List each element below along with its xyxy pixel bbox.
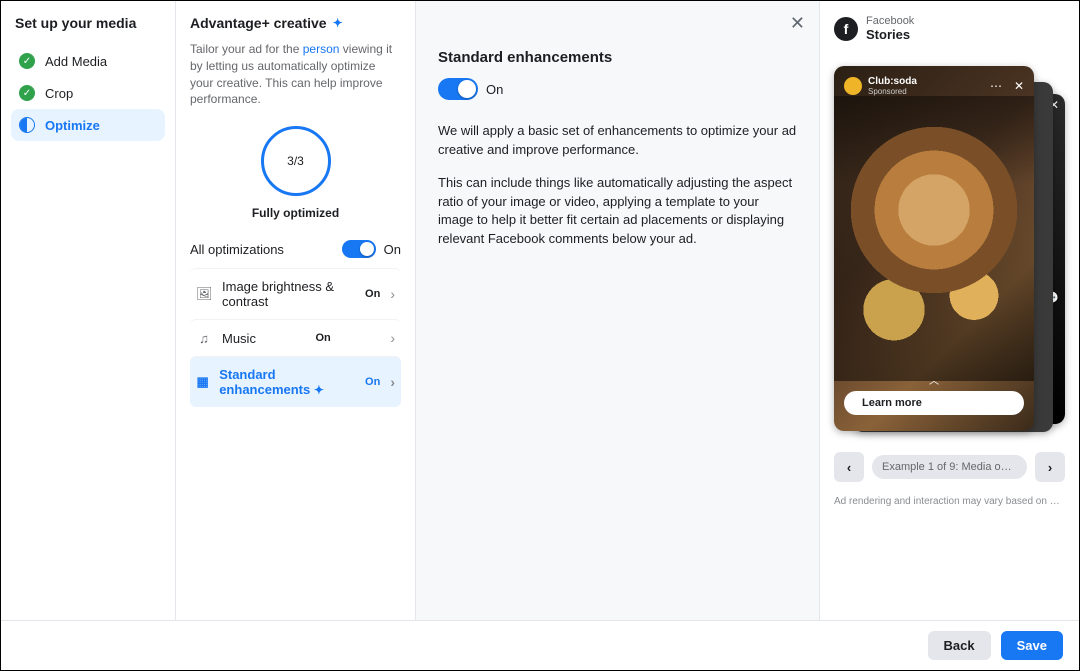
pager-label: Example 1 of 9: Media optimization [872,455,1027,479]
preview-header: f Facebook Stories [834,15,1065,42]
sidebar-item-label: Crop [45,86,73,101]
close-icon[interactable]: ✕ [790,13,805,34]
image-icon: 🖼 [196,286,212,302]
preview-placement: Stories [866,27,914,42]
sparkle-icon: ✦ [314,383,324,397]
standard-enhancements-toggle[interactable] [438,78,478,100]
opt-item-label: Music [222,331,256,346]
opt-item-standard[interactable]: ▦ Standard enhancements ✦ On › [190,356,401,407]
sidebar-item-label: Add Media [45,54,107,69]
story-avatar [844,77,862,95]
toggle-on-label: On [384,242,401,257]
pager-prev-button[interactable]: ‹ [834,452,864,482]
more-icon: ⋯ [990,79,1002,93]
chevron-right-icon: › [390,286,395,302]
story-cta-button[interactable]: Learn more [844,391,1024,415]
facebook-logo-icon: f [834,17,858,41]
opt-item-status: On [365,376,380,388]
footer: Back Save [1,620,1079,670]
music-icon: ♫ [196,331,212,346]
opt-item-brightness[interactable]: 🖼 Image brightness & contrast On › [190,268,401,319]
chevron-right-icon: › [390,374,395,390]
all-optimizations-row: All optimizations On [190,230,401,268]
check-icon: ✓ [19,53,35,69]
detail-title: Standard enhancements [438,49,797,66]
story-card-front: Club:soda Sponsored ⋯ ✕ ︿ Learn more [834,66,1034,431]
grid-icon: ▦ [196,374,209,390]
panel-description: Tailor your ad for the person viewing it… [190,41,401,108]
preview-pager: ‹ Example 1 of 9: Media optimization › [834,452,1065,482]
story-sponsored: Sponsored [868,87,917,96]
story-preview-stack: 📷 ✕ ♡ 💬 ✈ Club:soda Sponsored [834,66,1065,436]
save-button[interactable]: Save [1001,631,1063,660]
progress-label: Fully optimized [252,206,339,220]
opt-item-status: On [316,332,331,344]
toggle-on-label: On [486,82,503,97]
sidebar-item-add-media[interactable]: ✓ Add Media [11,45,165,77]
preview-panel: f Facebook Stories 📷 ✕ ♡ 💬 ✈ [819,1,1079,620]
sidebar-item-crop[interactable]: ✓ Crop [11,77,165,109]
preview-disclaimer: Ad rendering and interaction may vary ba… [834,496,1065,507]
progress-ring: 3/3 [261,126,331,196]
sidebar-item-label: Optimize [45,118,100,133]
sparkle-icon: ✦ [333,16,343,30]
sidebar-title: Set up your media [11,15,165,31]
chevron-right-icon: › [390,330,395,346]
story-media [834,96,1034,381]
opt-item-label: Image brightness & contrast [222,279,355,309]
optimization-progress: 3/3 Fully optimized [190,126,401,220]
opt-item-status: On [365,288,380,300]
sidebar: Set up your media ✓ Add Media ✓ Crop Opt… [1,1,176,620]
close-icon: ✕ [1014,79,1024,93]
detail-panel: ✕ Standard enhancements On We will apply… [416,1,819,620]
opt-item-label: Standard enhancements ✦ [219,367,355,397]
all-optimizations-toggle[interactable] [342,240,376,258]
sidebar-item-optimize[interactable]: Optimize [11,109,165,141]
panel-title: Advantage+ creative ✦ [190,15,401,31]
story-page-name: Club:soda [868,76,917,87]
detail-body: We will apply a basic set of enhancement… [438,122,797,249]
opt-item-music[interactable]: ♫ Music On › [190,319,401,356]
optimizations-panel: Advantage+ creative ✦ Tailor your ad for… [176,1,416,620]
half-circle-icon [19,117,35,133]
all-opt-label: All optimizations [190,242,284,257]
check-icon: ✓ [19,85,35,101]
back-button[interactable]: Back [928,631,991,660]
pager-next-button[interactable]: › [1035,452,1065,482]
person-link[interactable]: person [303,42,340,56]
preview-platform: Facebook [866,15,914,27]
